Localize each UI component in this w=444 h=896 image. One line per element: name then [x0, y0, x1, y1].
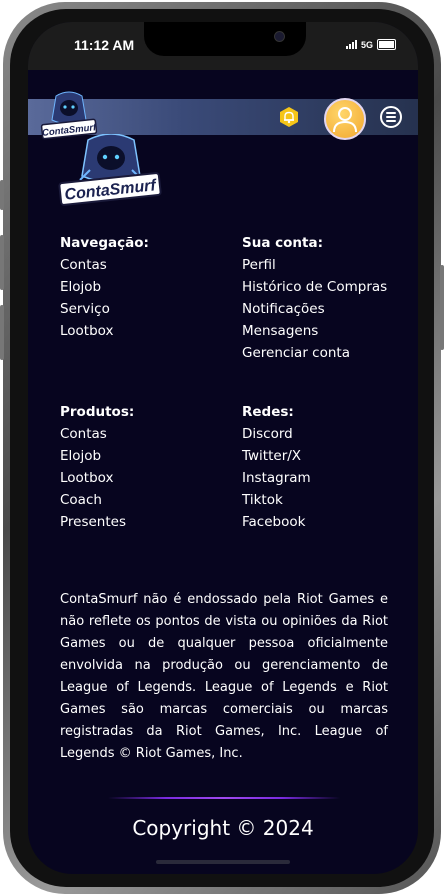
social-link-instagram[interactable]: Instagram [242, 469, 311, 491]
footer-nav-column: Navegação: Contas Elojob Serviço Lootbox [60, 234, 149, 344]
dynamic-island [144, 22, 306, 56]
footer-account-column: Sua conta: Perfil Histórico de Compras N… [242, 234, 387, 366]
social-heading: Redes: [242, 404, 294, 420]
account-link-perfil[interactable]: Perfil [242, 256, 387, 278]
volume-up-button [0, 235, 4, 290]
nav-link-lootbox[interactable]: Lootbox [60, 322, 149, 344]
user-avatar-button[interactable] [324, 98, 366, 140]
brand-logo-large[interactable]: ContaSmurf [58, 133, 164, 210]
network-label: 5G [360, 39, 373, 50]
account-link-notificacoes[interactable]: Notificações [242, 300, 387, 322]
footer-divider [108, 797, 340, 799]
products-link-coach[interactable]: Coach [60, 491, 134, 513]
volume-down-button [0, 305, 4, 360]
legal-disclaimer: ContaSmurf não é endossado pela Riot Gam… [60, 592, 388, 761]
user-icon [333, 107, 357, 133]
social-link-discord[interactable]: Discord [242, 425, 311, 447]
nav-link-servico[interactable]: Serviço [60, 300, 149, 322]
account-link-gerenciar[interactable]: Gerenciar conta [242, 344, 387, 366]
home-indicator [156, 860, 290, 864]
copyright-text: Copyright © 2024 [132, 816, 314, 840]
products-link-elojob[interactable]: Elojob [60, 447, 134, 469]
app-screen: 11:12 AM 5G ContaSmurf ContaSmurf Navega… [28, 22, 418, 874]
camera-icon [274, 31, 285, 42]
status-time: 11:12 AM [74, 37, 135, 53]
account-link-historico[interactable]: Histórico de Compras [242, 278, 387, 300]
signal-icon [345, 40, 357, 49]
account-heading: Sua conta: [242, 235, 323, 251]
products-heading: Produtos: [60, 404, 135, 420]
power-button [440, 265, 444, 350]
status-icons: 5G [345, 39, 396, 50]
bell-icon [280, 107, 298, 127]
battery-icon [377, 39, 396, 50]
nav-link-contas[interactable]: Contas [60, 256, 149, 278]
social-link-facebook[interactable]: Facebook [242, 513, 311, 535]
footer-social-column: Redes: Discord Twitter/X Instagram Tikto… [242, 403, 311, 535]
products-link-lootbox[interactable]: Lootbox [60, 469, 134, 491]
account-link-mensagens[interactable]: Mensagens [242, 322, 387, 344]
social-link-twitter[interactable]: Twitter/X [242, 447, 311, 469]
social-link-tiktok[interactable]: Tiktok [242, 491, 311, 513]
notifications-bell-button[interactable] [278, 106, 300, 128]
products-link-contas[interactable]: Contas [60, 425, 134, 447]
nav-heading: Navegação: [60, 235, 149, 251]
hamburger-menu-button[interactable] [380, 106, 402, 128]
mute-switch [0, 180, 4, 210]
nav-link-elojob[interactable]: Elojob [60, 278, 149, 300]
products-link-presentes[interactable]: Presentes [60, 513, 134, 535]
footer-products-column: Produtos: Contas Elojob Lootbox Coach Pr… [60, 403, 134, 535]
